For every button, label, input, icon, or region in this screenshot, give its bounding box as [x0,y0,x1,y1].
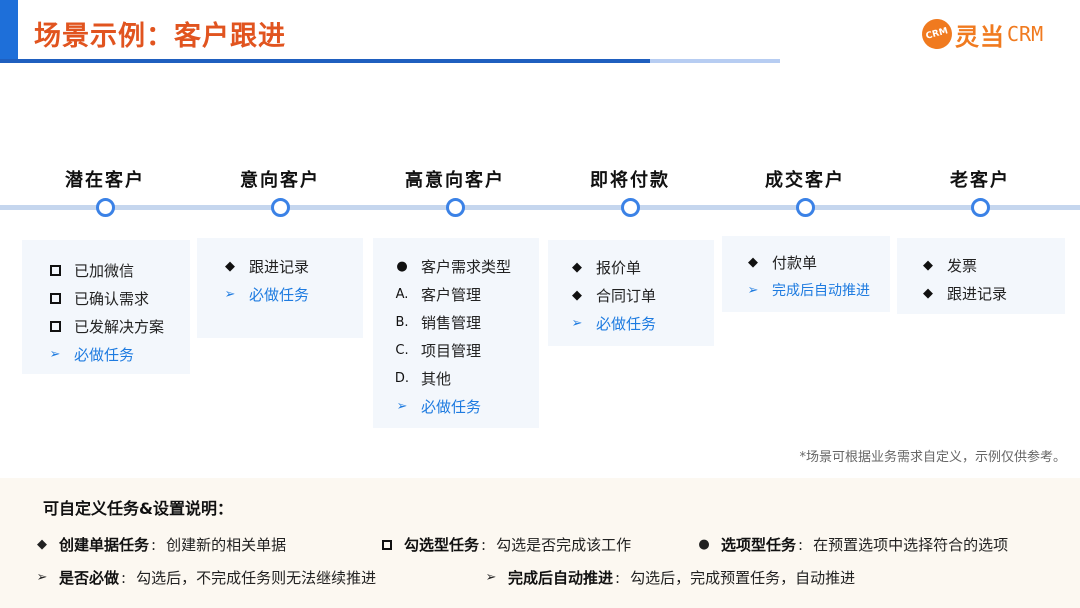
option-item[interactable]: C. 项目管理 [391,336,539,364]
option-item[interactable]: A. 客户管理 [391,280,539,308]
option-letter: A. [395,286,409,302]
legend-auto-advance: ➢ 完成后自动推进 : 勾选后，完成预置任务，自动推进 [485,568,856,588]
option-letter: D. [394,370,410,386]
arrow-icon: ➢ [571,315,583,331]
diamond-icon: ◆ [37,537,47,552]
required-task-item[interactable]: ➢ 必做任务 [391,392,539,420]
diamond-icon: ◆ [572,287,582,303]
list-item[interactable]: ● 客户需求类型 [391,252,539,280]
timeline-bar [0,205,1080,210]
legend-create-task: ◆ 创建单据任务 : 创建新的相关单据 [37,535,287,555]
checkbox-icon [44,320,66,332]
stage-card-high-intent: ● 客户需求类型 A. 客户管理 B. 销售管理 C. 项目管理 D. 其他 ➢ 必做任务 [373,238,539,428]
arrow-icon: ➢ [485,570,497,585]
stage-card-potential: 已加微信 已确认需求 已发解决方案 ➢ 必做任务 [22,240,190,374]
list-item[interactable]: ◆ 合同订单 [566,281,714,309]
timeline-node [971,198,990,217]
page-title: 场景示例：客户跟进 [34,21,286,52]
stage-card-intent: ◆ 跟进记录 ➢ 必做任务 [197,238,363,338]
auto-advance-item[interactable]: ➢ 完成后自动推进 [742,276,890,304]
required-task-item[interactable]: ➢ 必做任务 [44,340,190,368]
stage-title-high-intent: 高意向客户 [405,170,505,191]
list-item[interactable]: 已确认需求 [44,284,190,312]
list-item[interactable]: 已发解决方案 [44,312,190,340]
diamond-icon: ◆ [225,258,235,274]
option-item[interactable]: D. 其他 [391,364,539,392]
arrow-icon: ➢ [396,398,408,414]
header-underline [0,59,650,63]
legend-panel: 可自定义任务&设置说明： ◆ 创建单据任务 : 创建新的相关单据 勾选型任务 :… [0,478,1080,608]
checkbox-icon [44,264,66,276]
timeline-node [796,198,815,217]
required-task-item[interactable]: ➢ 必做任务 [219,280,363,308]
arrow-icon: ➢ [36,570,48,585]
stage-card-closed: ◆ 付款单 ➢ 完成后自动推进 [722,236,890,312]
legend-check-task: 勾选型任务 : 勾选是否完成该工作 [380,534,631,555]
diamond-icon: ◆ [923,257,933,273]
bullet-icon: ● [698,537,710,552]
list-item[interactable]: 已加微信 [44,256,190,284]
list-item[interactable]: ◆ 跟进记录 [219,252,363,280]
arrow-icon: ➢ [49,346,61,362]
option-letter: C. [395,342,409,358]
required-task-item[interactable]: ➢ 必做任务 [566,309,714,337]
stage-card-pending-payment: ◆ 报价单 ◆ 合同订单 ➢ 必做任务 [548,240,714,346]
legend-title: 可自定义任务&设置说明： [43,499,233,518]
checkbox-icon [44,292,66,304]
stage-title-potential: 潜在客户 [65,170,145,191]
bullet-icon: ● [396,258,408,274]
arrow-icon: ➢ [747,282,759,298]
timeline-node [446,198,465,217]
logo-name: 灵当 [955,22,1005,51]
list-item[interactable]: ◆ 跟进记录 [917,279,1065,307]
diamond-icon: ◆ [572,259,582,275]
stage-title-pending-payment: 即将付款 [590,170,670,191]
header-underline-light [650,59,780,63]
timeline-node [621,198,640,217]
arrow-icon: ➢ [224,286,236,302]
option-letter: B. [395,314,409,330]
stage-title-closed: 成交客户 [765,170,845,191]
brand-logo: CRM 灵当 CRM [918,15,1044,53]
legend-option-task: ● 选项型任务 : 在预置选项中选择符合的选项 [698,535,1009,555]
stage-title-returning: 老客户 [950,170,1010,191]
list-item[interactable]: ◆ 发票 [917,251,1065,279]
diamond-icon: ◆ [748,254,758,270]
timeline-node [271,198,290,217]
option-item[interactable]: B. 销售管理 [391,308,539,336]
stage-card-returning: ◆ 发票 ◆ 跟进记录 [897,238,1065,314]
logo-crm: CRM [1007,22,1044,46]
legend-required: ➢ 是否必做 : 勾选后，不完成任务则无法继续推进 [36,568,377,588]
bell-logo-icon: CRM [918,15,956,53]
header-accent-bar [0,0,18,62]
checkbox-icon [380,539,394,550]
diamond-icon: ◆ [923,285,933,301]
stage-title-intent: 意向客户 [240,170,320,191]
list-item[interactable]: ◆ 报价单 [566,253,714,281]
footnote: *场景可根据业务需求自定义，示例仅供参考。 [799,450,1066,465]
timeline-node [96,198,115,217]
list-item[interactable]: ◆ 付款单 [742,248,890,276]
